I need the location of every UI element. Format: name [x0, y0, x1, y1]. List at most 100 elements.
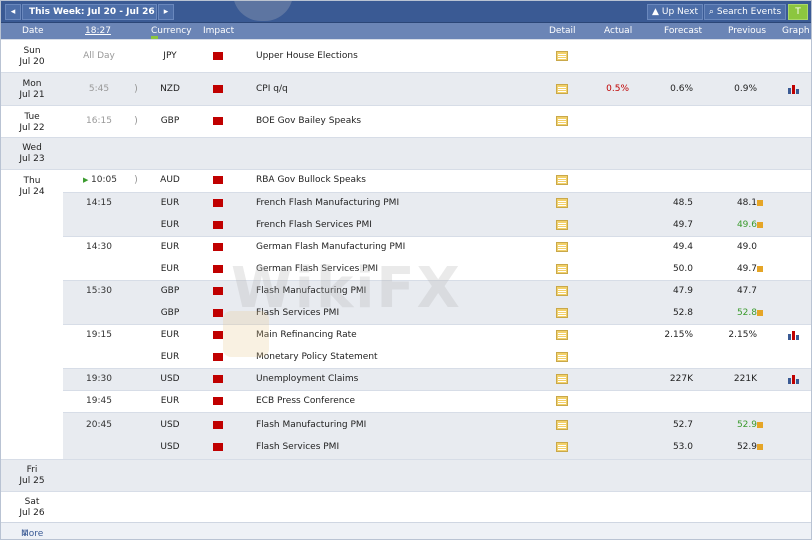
event-currency: JPY: [163, 50, 177, 61]
event-previous: 221K: [733, 374, 757, 384]
event-name: Unemployment Claims: [256, 374, 359, 384]
high-impact-icon: [213, 84, 223, 93]
up-next-button[interactable]: ▲ Up Next: [647, 4, 703, 20]
detail-folder-icon[interactable]: [556, 286, 568, 296]
header-time[interactable]: 18:27: [85, 26, 111, 36]
event-name: CPI q/q: [256, 83, 288, 94]
event-row[interactable]: USD Flash Services PMI 53.0 52.9: [1, 436, 811, 458]
detail-folder-icon[interactable]: [556, 308, 568, 318]
event-row[interactable]: 14:15 EUR French Flash Manufacturing PMI…: [1, 192, 811, 214]
event-row[interactable]: 16:15 ) GBP BOE Gov Bailey Speaks: [1, 105, 811, 137]
event-time: All Day: [83, 50, 115, 61]
event-previous: 0.9%: [734, 83, 757, 94]
graph-icon[interactable]: [788, 374, 800, 384]
event-forecast: 2.15%: [664, 330, 693, 340]
detail-folder-icon[interactable]: [556, 396, 568, 406]
detail-folder-icon[interactable]: [556, 374, 568, 384]
event-forecast: 48.5: [672, 198, 693, 208]
detail-folder-icon[interactable]: [556, 420, 568, 430]
event-currency: EUR: [160, 198, 180, 208]
detail-folder-icon[interactable]: [556, 116, 568, 126]
high-impact-icon: [213, 309, 223, 317]
detail-folder-icon[interactable]: [556, 442, 568, 452]
search-events-button[interactable]: ⌕ Search Events: [704, 4, 786, 20]
event-row[interactable]: All Day JPY Upper House Elections: [1, 39, 811, 72]
event-time: 19:45: [86, 396, 112, 406]
detail-folder-icon[interactable]: [556, 198, 568, 208]
revision-arrow-icon: [757, 222, 763, 228]
high-impact-icon: [213, 397, 223, 405]
event-row[interactable]: 19:15 EUR Main Refinancing Rate 2.15% 2.…: [1, 324, 811, 346]
event-forecast: 47.9: [672, 286, 693, 296]
detail-folder-icon[interactable]: [556, 175, 568, 185]
event-time: 15:30: [86, 286, 112, 296]
prev-week-button[interactable]: ◂: [5, 4, 21, 20]
event-row[interactable]: EUR French Flash Services PMI 49.7 49.6: [1, 214, 811, 236]
detail-folder-icon[interactable]: [556, 220, 568, 230]
high-impact-icon: [213, 287, 223, 295]
event-row[interactable]: 14:30 EUR German Flash Manufacturing PMI…: [1, 236, 811, 258]
event-row[interactable]: 19:45 EUR ECB Press Conference: [1, 390, 811, 412]
event-row[interactable]: GBP Flash Services PMI 52.8 52.8: [1, 302, 811, 324]
revision-arrow-icon: [757, 444, 763, 450]
high-impact-icon: [213, 117, 223, 125]
day-group-wed: Wed Jul 23: [1, 137, 811, 169]
event-previous: 52.9: [736, 442, 757, 452]
event-row[interactable]: EUR Monetary Policy Statement: [1, 346, 811, 368]
event-time: 14:30: [86, 242, 112, 252]
detail-folder-icon[interactable]: [556, 330, 568, 340]
event-time: 19:30: [86, 374, 112, 384]
high-impact-icon: [213, 265, 223, 273]
event-time: 19:15: [86, 330, 112, 340]
filter-button[interactable]: T: [788, 4, 808, 20]
revision-arrow-icon: [757, 266, 763, 272]
detail-folder-icon[interactable]: [556, 352, 568, 362]
detail-folder-icon[interactable]: [556, 242, 568, 252]
event-row[interactable]: ▶ 10:05 ) AUD RBA Gov Bullock Speaks: [1, 169, 811, 191]
event-time: 20:45: [86, 420, 112, 430]
event-time: 5:45: [88, 83, 110, 94]
event-currency: USD: [160, 374, 180, 384]
event-name: German Flash Services PMI: [256, 264, 379, 274]
event-previous: 52.8: [736, 308, 757, 318]
search-icon: ⌕: [708, 7, 714, 17]
event-row[interactable]: 5:45 ) NZD CPI q/q 0.5% 0.6% 0.9%: [1, 72, 811, 105]
event-forecast: 52.7: [672, 420, 693, 430]
event-name: German Flash Manufacturing PMI: [256, 242, 406, 252]
event-name: French Flash Services PMI: [256, 220, 372, 230]
event-name: Flash Manufacturing PMI: [256, 286, 367, 296]
search-events-label: Search Events: [716, 7, 782, 17]
detail-folder-icon[interactable]: [556, 50, 568, 61]
calendar-widget: ◂ This Week: Jul 20 - Jul 26 ▸ ▲ Up Next …: [0, 0, 812, 540]
event-row[interactable]: 19:30 USD Unemployment Claims 227K 221K: [1, 368, 811, 390]
sound-icon[interactable]: ): [134, 83, 138, 94]
arrow-up-icon: ▲: [651, 7, 659, 17]
event-forecast: 0.6%: [670, 83, 693, 94]
event-currency: GBP: [160, 308, 180, 318]
event-row[interactable]: 15:30 GBP Flash Manufacturing PMI 47.9 4…: [1, 280, 811, 302]
event-row[interactable]: EUR German Flash Services PMI 50.0 49.7: [1, 258, 811, 280]
detail-folder-icon[interactable]: [556, 264, 568, 274]
detail-folder-icon[interactable]: [556, 83, 568, 94]
week-selector[interactable]: This Week: Jul 20 - Jul 26: [22, 4, 157, 20]
high-impact-icon: [213, 353, 223, 361]
event-forecast: 53.0: [672, 442, 693, 452]
sound-icon[interactable]: ): [134, 175, 138, 186]
event-currency: USD: [160, 442, 180, 452]
header-forecast: Forecast: [664, 26, 703, 36]
sound-icon[interactable]: ): [134, 116, 138, 127]
event-forecast: 52.8: [672, 308, 693, 318]
event-previous: 47.7: [736, 286, 757, 296]
event-currency: AUD: [160, 175, 180, 185]
header-impact: Impact: [203, 26, 235, 36]
event-row[interactable]: 20:45 USD Flash Manufacturing PMI 52.7 5…: [1, 414, 811, 436]
event-currency: EUR: [160, 330, 180, 340]
high-impact-icon: [213, 421, 223, 429]
graph-icon[interactable]: [788, 330, 800, 340]
high-impact-icon: [213, 176, 223, 184]
next-week-button[interactable]: ▸: [158, 4, 174, 20]
date-cell: Wed Jul 23: [19, 143, 45, 164]
event-name: Flash Services PMI: [256, 442, 340, 452]
graph-icon[interactable]: [788, 84, 800, 94]
event-previous: 52.9: [736, 420, 757, 430]
